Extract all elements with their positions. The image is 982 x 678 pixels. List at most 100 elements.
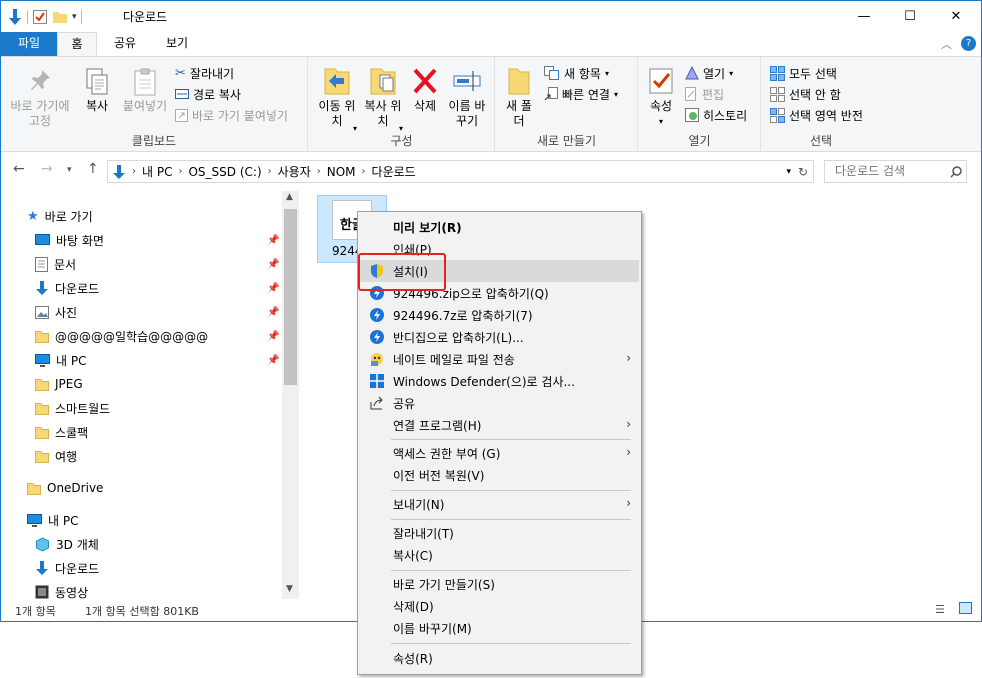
breadcrumb-user[interactable]: NOM (327, 165, 356, 179)
menu-item-nate-mail[interactable]: 네이트 메일로 파일 전송 › (360, 348, 639, 370)
copy-path-button[interactable]: 경로 복사 (175, 84, 241, 104)
cut-button[interactable]: ✂ 잘라내기 (175, 63, 234, 83)
open-button[interactable]: 열기 ▾ (685, 63, 733, 83)
collapse-ribbon-icon[interactable]: ︿ (941, 36, 952, 52)
up-arrow-icon[interactable]: ↑ (87, 161, 99, 177)
history-button[interactable]: 히스토리 (685, 105, 747, 125)
address-bar[interactable]: › 내 PC › OS_SSD (C:) › 사용자 › NOM › 다운로드 … (107, 160, 814, 183)
new-folder-button[interactable]: 새 폴더 (502, 65, 536, 129)
nav-quick-access[interactable]: ★ 바로 가기 (27, 205, 93, 227)
refresh-icon[interactable]: ↻ (798, 165, 808, 179)
invert-selection-label: 선택 영역 반전 (789, 108, 863, 123)
chevron-right-icon[interactable]: › (268, 166, 272, 177)
maximize-button[interactable]: ☐ (887, 1, 933, 32)
tab-view[interactable]: 보기 (155, 32, 199, 56)
details-view-icon[interactable]: ☰ (935, 603, 945, 616)
menu-item-restore-versions[interactable]: 이전 버전 복원(V) (360, 464, 639, 486)
chevron-right-icon[interactable]: › (362, 166, 366, 177)
pin-icon[interactable]: 📌 (267, 331, 279, 342)
nav-onedrive[interactable]: OneDrive (27, 477, 103, 499)
nav-item-study-folder[interactable]: @@@@@일학습@@@@@ (35, 325, 208, 347)
breadcrumb-drive[interactable]: OS_SSD (C:) (188, 165, 261, 179)
paste-shortcut-button[interactable]: 바로 가기 붙여넣기 (175, 105, 288, 125)
menu-item-rename[interactable]: 이름 바꾸기(M) (360, 617, 639, 639)
select-all-button[interactable]: 모두 선택 (770, 63, 837, 83)
nav-item-desktop[interactable]: 바탕 화면 (35, 229, 104, 251)
menu-item-create-shortcut[interactable]: 바로 가기 만들기(S) (360, 573, 639, 595)
chevron-right-icon[interactable]: › (317, 166, 321, 177)
nav-item-pc-downloads[interactable]: 다운로드 (35, 557, 99, 579)
nav-item-documents[interactable]: 문서 (35, 253, 76, 275)
nav-item-3d-objects[interactable]: 3D 개체 (35, 533, 99, 555)
scroll-down-icon[interactable]: ▼ (286, 584, 293, 594)
forward-arrow-icon[interactable]: → (41, 161, 53, 177)
copy-button[interactable]: 복사 (79, 67, 115, 114)
pin-icon[interactable]: 📌 (267, 307, 279, 318)
close-button[interactable]: ✕ (933, 1, 979, 32)
tab-file[interactable]: 파일 (1, 32, 57, 56)
customize-dropdown-icon[interactable]: ▾ (72, 12, 77, 22)
delete-button[interactable]: 삭제 (407, 65, 443, 114)
paste-button[interactable]: 붙여넣기 (119, 67, 171, 114)
menu-item-open-with[interactable]: 연결 프로그램(H) › (360, 414, 639, 436)
scrollbar-thumb[interactable] (284, 209, 297, 385)
new-folder-icon[interactable] (52, 9, 68, 25)
nav-item-jpeg[interactable]: JPEG (35, 373, 83, 395)
nav-item-pictures[interactable]: 사진 (35, 301, 77, 323)
menu-item-bandizip[interactable]: 반디집으로 압축하기(L)... (360, 326, 639, 348)
menu-item-give-access[interactable]: 액세스 권한 부여 (G) › (360, 442, 639, 464)
move-to-button[interactable]: 이동 위치 ▾ (315, 65, 359, 133)
pin-icon[interactable]: 📌 (267, 355, 279, 366)
nav-pane-scrollbar[interactable]: ▲ ▼ (282, 191, 299, 599)
large-icons-view-icon[interactable] (959, 602, 972, 614)
rename-button[interactable]: 이름 바꾸기 (445, 65, 489, 129)
pin-quick-access-button[interactable]: 바로 가기에 고정 (5, 67, 75, 129)
menu-item-share[interactable]: 공유 (360, 392, 639, 414)
select-none-button[interactable]: 선택 안 함 (770, 84, 841, 104)
rename-label: 이름 바꾸기 (448, 99, 486, 128)
chevron-right-icon[interactable]: › (132, 166, 136, 177)
menu-item-preview[interactable]: 미리 보기(R) (360, 216, 639, 238)
copy-to-button[interactable]: 복사 위치 ▾ (361, 65, 405, 133)
breadcrumb-this-pc[interactable]: 내 PC (142, 163, 172, 180)
nav-item-travel[interactable]: 여행 (35, 445, 77, 467)
menu-item-cut[interactable]: 잘라내기(T) (360, 522, 639, 544)
back-arrow-icon[interactable]: ← (13, 161, 25, 177)
tab-share[interactable]: 공유 (103, 32, 147, 56)
menu-item-properties[interactable]: 속성(R) (360, 647, 639, 669)
easy-access-button[interactable]: 빠른 연결 ▾ (544, 84, 618, 104)
menu-item-delete[interactable]: 삭제(D) (360, 595, 639, 617)
pin-icon[interactable]: 📌 (267, 235, 279, 246)
menu-item-label: 네이트 메일로 파일 전송 (393, 352, 515, 367)
scroll-up-icon[interactable]: ▲ (286, 192, 293, 202)
search-input[interactable]: 다운로드 검색 (824, 160, 967, 183)
invert-selection-button[interactable]: 선택 영역 반전 (770, 105, 863, 125)
nav-this-pc[interactable]: 내 PC (27, 509, 78, 531)
document-icon (35, 256, 48, 272)
pin-icon[interactable]: 📌 (267, 283, 279, 294)
menu-item-7z[interactable]: 924496.7z로 압축하기(7) (360, 304, 639, 326)
new-item-button[interactable]: 새 항목 ▾ (544, 63, 609, 83)
menu-item-send-to[interactable]: 보내기(N) › (360, 493, 639, 515)
nav-item-this-pc[interactable]: 내 PC (35, 349, 86, 371)
nav-item-videos[interactable]: 동영상 (35, 581, 88, 599)
edit-button[interactable]: 편집 (685, 84, 724, 104)
nav-item-downloads[interactable]: 다운로드 (35, 277, 99, 299)
breadcrumb-users[interactable]: 사용자 (278, 163, 311, 180)
chevron-right-icon[interactable]: › (178, 166, 182, 177)
copy-path-icon (175, 89, 189, 99)
address-dropdown-icon[interactable]: ▾ (786, 167, 791, 177)
tab-home[interactable]: 홈 (57, 32, 97, 56)
menu-item-copy[interactable]: 복사(C) (360, 544, 639, 566)
minimize-button[interactable]: — (841, 1, 887, 32)
nav-item-schoolpack[interactable]: 스쿨팩 (35, 421, 88, 443)
breadcrumb-downloads[interactable]: 다운로드 (372, 163, 416, 180)
properties-button[interactable]: 속성 ▾ (643, 65, 679, 129)
pin-icon[interactable]: 📌 (267, 259, 279, 270)
nav-item-smartworld[interactable]: 스마트월드 (35, 397, 110, 419)
help-icon[interactable]: ? (961, 36, 976, 51)
down-arrow-icon[interactable] (7, 8, 23, 26)
recent-locations-icon[interactable]: ▾ (67, 165, 72, 175)
menu-item-defender-scan[interactable]: Windows Defender(으)로 검사... (360, 370, 639, 392)
properties-check-icon[interactable] (32, 9, 48, 25)
